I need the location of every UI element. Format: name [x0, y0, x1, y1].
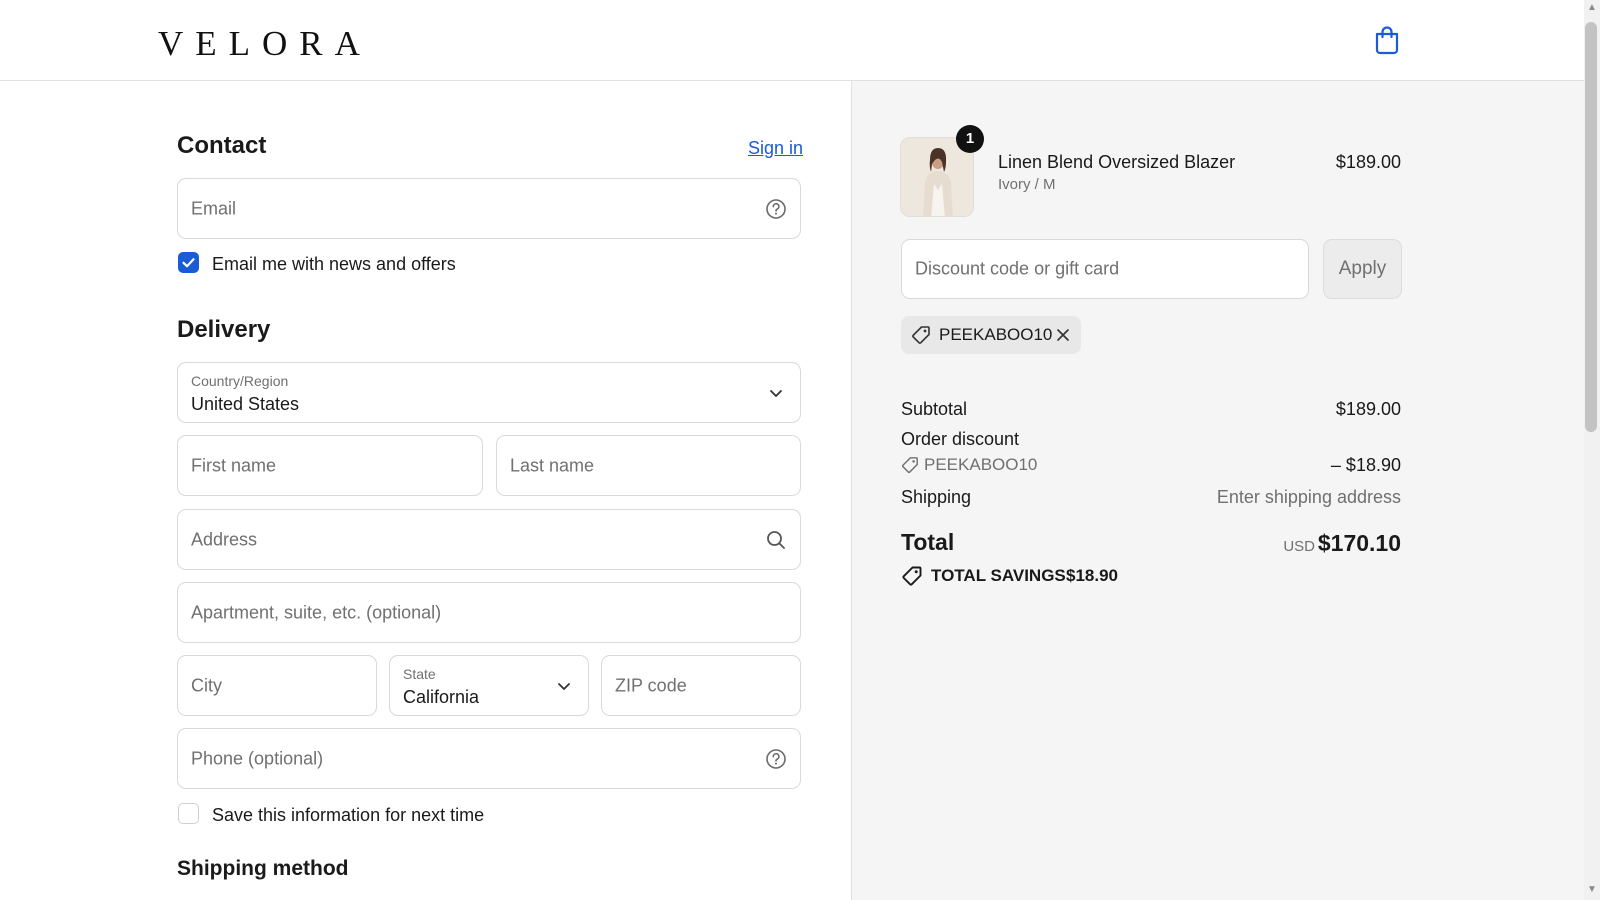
- subtotal-label: Subtotal: [901, 399, 968, 419]
- applied-code-label: PEEKABOO10: [939, 325, 1053, 344]
- zip-code-field[interactable]: ZIP code: [601, 655, 801, 716]
- email-field[interactable]: Email: [177, 178, 801, 239]
- shipping-method-heading: Shipping method: [177, 857, 349, 880]
- first-name-placeholder: First name: [191, 455, 277, 475]
- newsletter-label[interactable]: Email me with news and offers: [212, 254, 456, 275]
- total-currency: USD: [1283, 538, 1315, 555]
- scrollbar-thumb[interactable]: [1585, 22, 1597, 432]
- chevron-down-icon: [770, 389, 782, 397]
- total-savings-label: TOTAL SAVINGS: [931, 566, 1066, 585]
- subtotal-value: $189.00: [1335, 399, 1401, 419]
- checkmark-icon: [182, 258, 195, 268]
- apply-button[interactable]: Apply: [1323, 239, 1402, 299]
- newsletter-checkbox[interactable]: [178, 252, 199, 273]
- scroll-up-arrow-icon[interactable]: ▲: [1587, 2, 1597, 13]
- header: VELORA: [0, 0, 1584, 81]
- city-placeholder: City: [191, 675, 222, 695]
- product-variant: Ivory / M: [998, 176, 1056, 193]
- email-placeholder: Email: [191, 198, 237, 218]
- phone-placeholder: Phone (optional): [191, 748, 324, 768]
- city-field[interactable]: City: [177, 655, 377, 716]
- first-name-field[interactable]: First name: [177, 435, 483, 496]
- country-label: Country/Region: [191, 373, 289, 389]
- chevron-down-icon: [558, 682, 570, 690]
- shipping-value: Enter shipping address: [1216, 487, 1401, 507]
- delivery-heading: Delivery: [177, 316, 271, 343]
- discount-code-field[interactable]: Discount code or gift card: [901, 239, 1309, 299]
- shipping-label: Shipping: [901, 487, 972, 507]
- apartment-placeholder: Apartment, suite, etc. (optional): [191, 602, 442, 622]
- country-select[interactable]: Country/Region United States: [177, 362, 801, 423]
- brand-logo[interactable]: VELORA: [158, 24, 372, 64]
- state-value: California: [403, 687, 480, 707]
- total-savings-value: $18.90: [1066, 566, 1118, 585]
- tag-icon: [902, 457, 918, 473]
- quantity-badge: 1: [956, 125, 984, 153]
- search-icon: [767, 530, 785, 549]
- save-info-checkbox[interactable]: [178, 803, 199, 824]
- applied-discount-chip: PEEKABOO10: [901, 316, 1081, 354]
- discount-code-placeholder: Discount code or gift card: [915, 258, 1120, 279]
- last-name-field[interactable]: Last name: [496, 435, 801, 496]
- total-value: $170.10: [1317, 530, 1401, 556]
- country-value: United States: [191, 394, 300, 414]
- apartment-field[interactable]: Apartment, suite, etc. (optional): [177, 582, 801, 643]
- total-label: Total: [901, 529, 955, 555]
- address-field[interactable]: Address: [177, 509, 801, 570]
- address-placeholder: Address: [191, 529, 258, 549]
- tag-icon: [912, 326, 930, 344]
- help-circle-icon[interactable]: [765, 748, 787, 770]
- save-info-label[interactable]: Save this information for next time: [212, 805, 484, 826]
- product-price: $189.00: [1335, 152, 1401, 172]
- product-name: Linen Blend Oversized Blazer: [998, 152, 1236, 172]
- shopping-bag-icon[interactable]: [1374, 25, 1400, 55]
- contact-heading: Contact: [177, 132, 267, 159]
- scroll-down-arrow-icon[interactable]: ▼: [1587, 884, 1597, 895]
- order-discount-value: – $18.90: [1330, 455, 1401, 475]
- savings-tag-icon: [902, 566, 922, 586]
- phone-field[interactable]: Phone (optional): [177, 728, 801, 789]
- state-label: State: [403, 666, 436, 682]
- order-discount-label: Order discount: [901, 429, 1020, 449]
- sign-in-link[interactable]: Sign in: [748, 138, 803, 159]
- close-icon[interactable]: [1055, 327, 1071, 343]
- order-discount-code: PEEKABOO10: [924, 455, 1038, 474]
- help-circle-icon[interactable]: [765, 198, 787, 220]
- state-select[interactable]: State California: [389, 655, 589, 716]
- last-name-placeholder: Last name: [510, 455, 595, 475]
- zip-code-placeholder: ZIP code: [615, 675, 687, 695]
